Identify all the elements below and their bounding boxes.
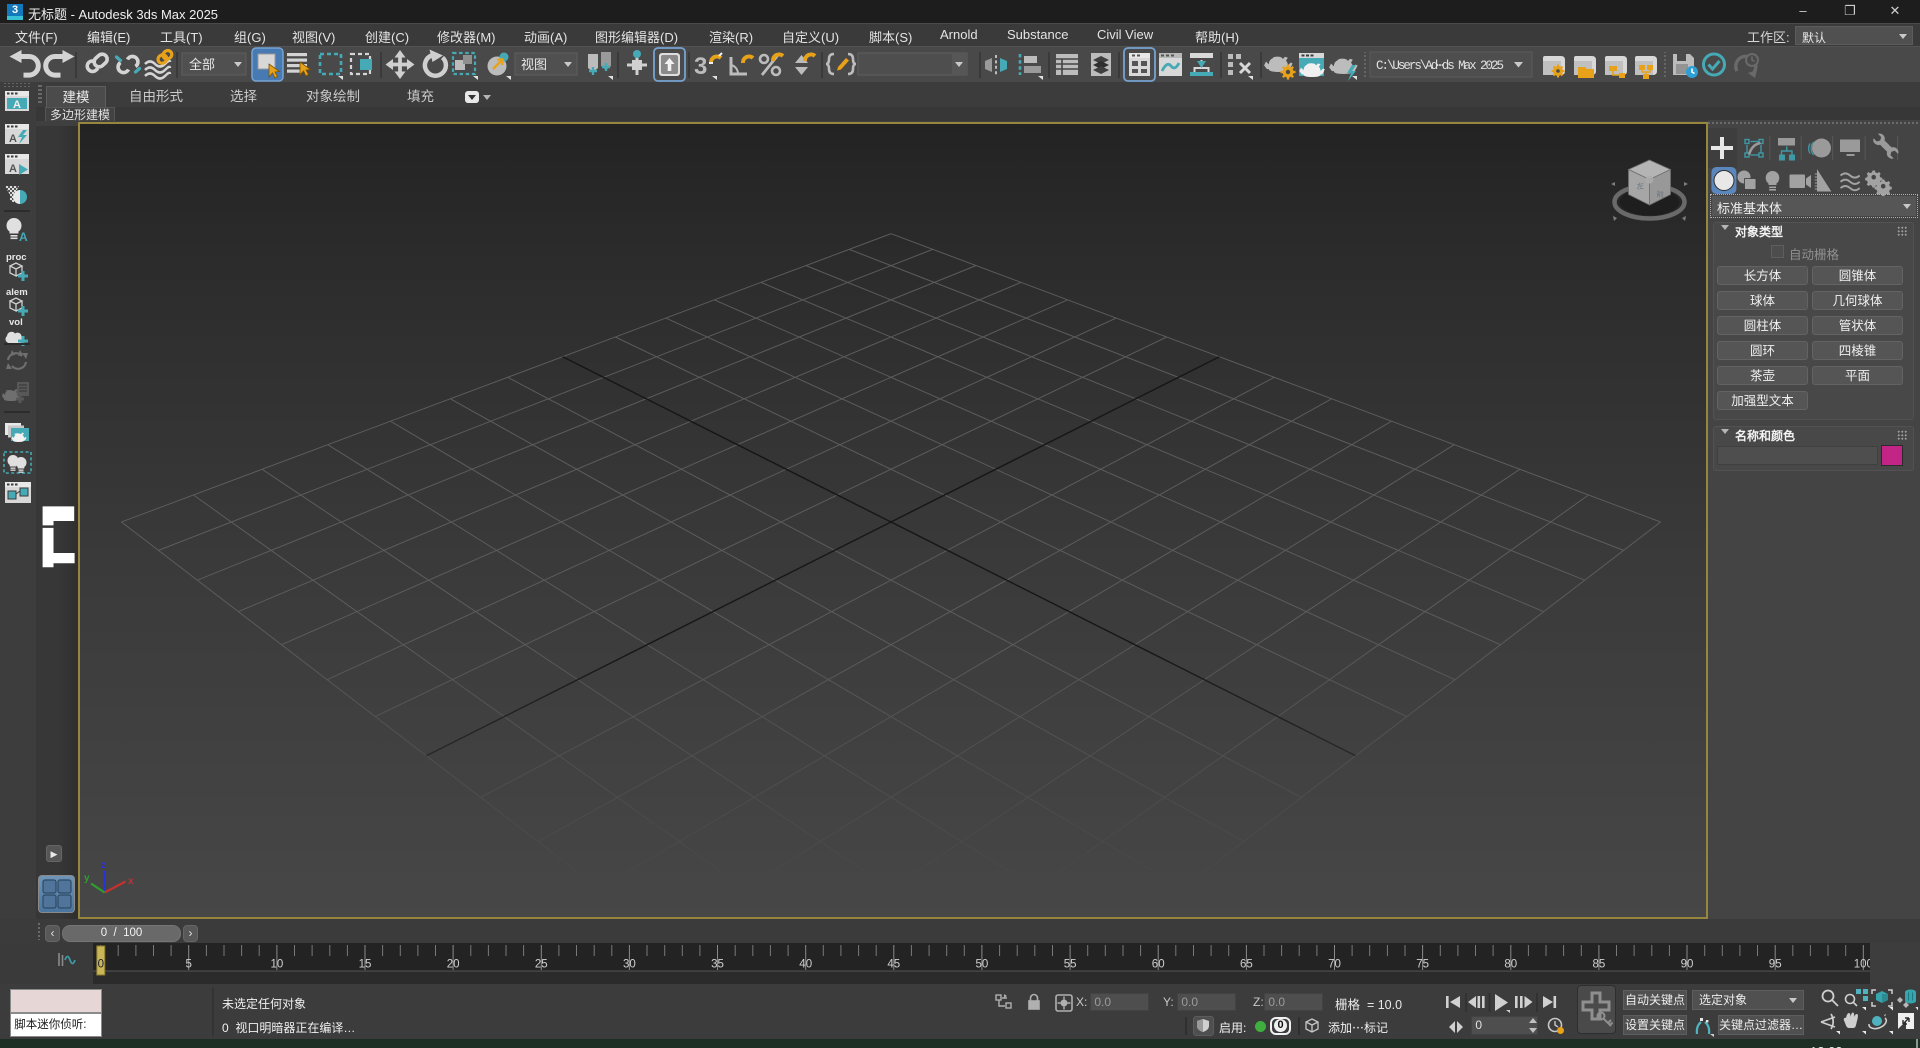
svg-text:前: 前 [1657,189,1665,200]
svg-text:3: 3 [694,53,707,80]
svg-text:60: 60 [1152,959,1165,971]
svg-text:35: 35 [711,959,724,971]
svg-text:30: 30 [623,959,636,971]
svg-text:视图: 视图 [521,57,547,72]
svg-text:55: 55 [1064,959,1077,971]
svg-text:95: 95 [1769,959,1782,971]
svg-text:85: 85 [1593,959,1606,971]
svg-text:50: 50 [976,959,989,971]
svg-text:左: 左 [1637,180,1645,191]
svg-text:A: A [9,133,17,145]
svg-text:10: 10 [271,959,284,971]
svg-text:z: z [101,860,106,871]
svg-text:全部: 全部 [189,57,215,72]
svg-text:80: 80 [1504,959,1517,971]
svg-text:x: x [128,876,134,887]
svg-text:20: 20 [447,959,460,971]
svg-text:45: 45 [887,959,900,971]
svg-text:100: 100 [1854,959,1870,971]
svg-text:0: 0 [98,959,104,971]
svg-text:A: A [13,99,21,111]
svg-text:proc: proc [6,252,27,263]
svg-text:alem: alem [6,287,28,298]
svg-text:70: 70 [1328,959,1341,971]
svg-text:15: 15 [359,959,372,971]
svg-text:A: A [19,230,28,244]
svg-text:vol: vol [9,317,23,328]
svg-text:y: y [84,873,90,884]
svg-text:40: 40 [799,959,812,971]
svg-text:A: A [9,163,17,175]
svg-text:90: 90 [1681,959,1694,971]
svg-text:25: 25 [535,959,548,971]
svg-text:C:\Users\Ad⋯ds Max 2025: C:\Users\Ad⋯ds Max 2025 [1376,59,1504,73]
svg-text:75: 75 [1416,959,1429,971]
svg-text:65: 65 [1240,959,1253,971]
svg-text:5: 5 [185,959,191,971]
